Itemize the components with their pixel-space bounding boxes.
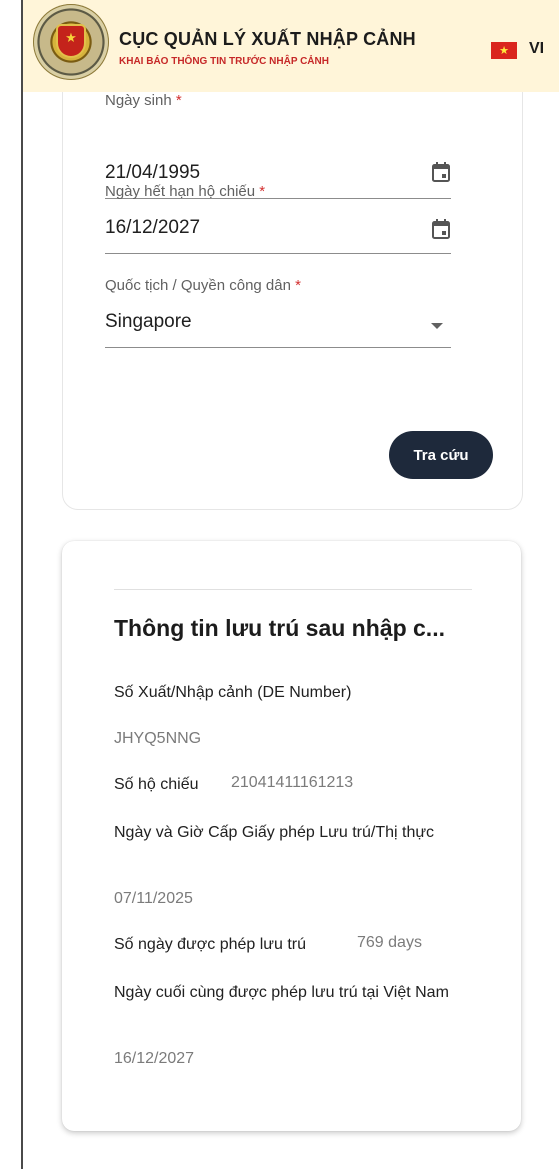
nationality-label: Quốc tịch / Quyền công dân *	[105, 277, 301, 294]
app-header: ★ CỤC QUẢN LÝ XUẤT NHẬP CẢNH KHAI BÁO TH…	[23, 0, 559, 92]
passport-expiry-field[interactable]: Ngày hết hạn hộ chiếu * 16/12/2027	[105, 181, 451, 261]
emblem-shield: ★	[58, 26, 84, 56]
de-number-label: Số Xuất/Nhập cảnh (DE Number)	[114, 684, 352, 701]
allowed-days-label: Số ngày được phép lưu trú	[114, 936, 307, 953]
emblem-star-icon: ★	[65, 31, 77, 46]
required-mark: *	[295, 277, 301, 294]
de-number-value: JHYQ5NNG	[114, 730, 202, 747]
section-divider	[114, 589, 472, 590]
residence-info-card: Thông tin lưu trú sau nhập c... Số Xuất/…	[62, 541, 521, 1131]
last-day-value: 16/12/2027	[114, 1050, 195, 1067]
nationality-label-text: Quốc tịch / Quyền công dân	[105, 277, 291, 294]
birth-date-label-text: Ngày sinh	[105, 92, 172, 109]
passport-number-value: 21041411161213	[231, 774, 354, 791]
passport-number-label: Số hộ chiếu	[114, 776, 199, 793]
header-title: CỤC QUẢN LÝ XUẤT NHẬP CẢNH	[119, 29, 416, 49]
required-mark: *	[175, 92, 182, 109]
required-mark: *	[259, 183, 266, 200]
search-button[interactable]: Tra cứu	[389, 431, 493, 479]
permit-date-value: 07/11/2025	[114, 890, 193, 907]
nationality-underline	[105, 347, 451, 348]
language-selector[interactable]: VI	[529, 40, 544, 58]
allowed-days-value: 769 days	[357, 934, 422, 951]
lookup-form-card: Ngày sinh * 21/04/1995 Ngày hết hạn hộ c…	[62, 40, 523, 510]
nationality-select[interactable]: Quốc tịch / Quyền công dân * Singapore	[105, 277, 451, 357]
passport-expiry-underline	[105, 253, 451, 254]
passport-expiry-value[interactable]: 16/12/2027	[105, 217, 200, 239]
calendar-icon[interactable]	[431, 218, 451, 240]
header-subtitle: KHAI BÁO THÔNG TIN TRƯỚC NHẬP CẢNH	[119, 56, 329, 67]
page-left-border	[21, 0, 23, 1169]
chevron-down-icon[interactable]	[431, 323, 443, 329]
birth-date-field[interactable]: Ngày sinh * 21/04/1995	[105, 81, 451, 199]
immigration-emblem-icon: ★	[33, 4, 109, 80]
residence-info-title: Thông tin lưu trú sau nhập c...	[114, 615, 445, 641]
birth-date-label: Ngày sinh *	[105, 92, 182, 109]
vietnam-flag-icon[interactable]: ★	[491, 42, 517, 59]
passport-expiry-label: Ngày hết hạn hộ chiếu *	[105, 183, 265, 200]
permit-date-label: Ngày và Giờ Cấp Giấy phép Lưu trú/Thị th…	[114, 824, 435, 841]
nationality-value[interactable]: Singapore	[105, 311, 192, 333]
passport-expiry-label-text: Ngày hết hạn hộ chiếu	[105, 183, 256, 200]
last-day-label: Ngày cuối cùng được phép lưu trú tại Việ…	[114, 984, 449, 1001]
calendar-icon[interactable]	[431, 161, 451, 183]
